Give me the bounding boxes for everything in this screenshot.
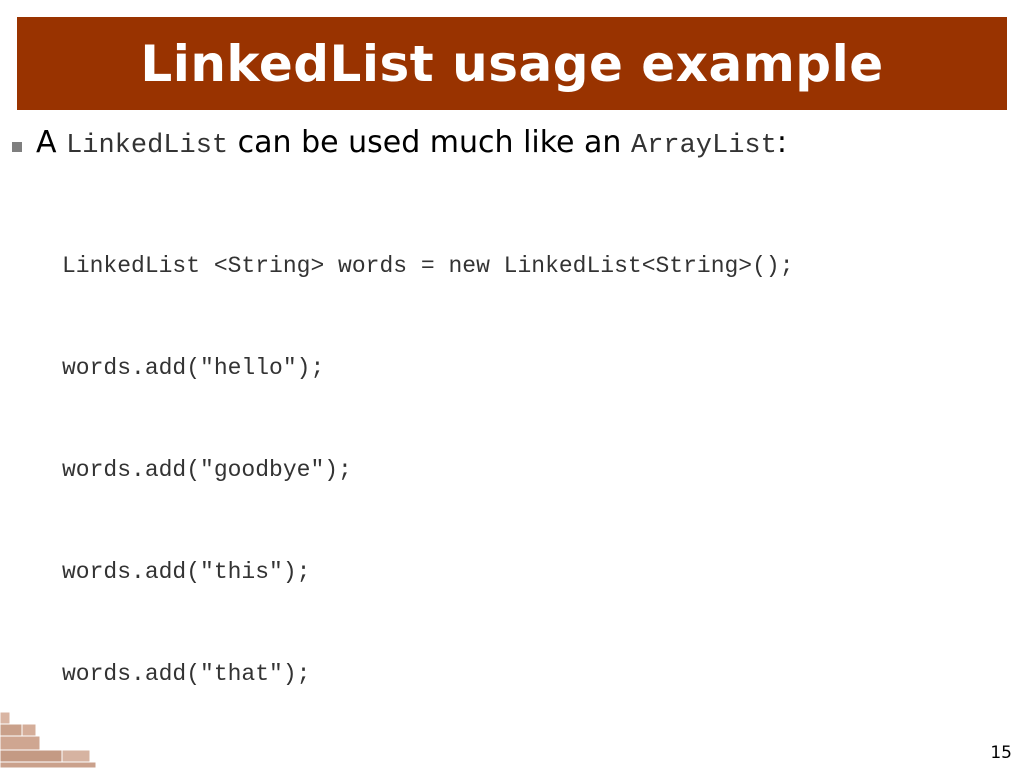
bullet-middle-text: can be used much like an [237,124,622,160]
bullet-code-arraylist: ArrayList [631,130,777,161]
code-line: LinkedList <String> words = new LinkedLi… [62,253,794,279]
bullet-text: A LinkedList can be used much like an Ar… [36,121,787,168]
bullet-suffix: : [776,124,787,160]
title-bar: LinkedList usage example [17,17,1007,110]
code-block: LinkedList <String> words = new LinkedLi… [62,181,794,725]
code-line: words.add("goodbye"); [62,457,352,483]
square-bullet-icon [12,142,22,152]
code-line: words.add("that"); [62,661,311,687]
slide-title: LinkedList usage example [140,34,884,93]
bullet-item: A LinkedList can be used much like an Ar… [12,122,787,166]
code-line: words.add("hello"); [62,355,325,381]
bullet-code-linkedlist: LinkedList [66,130,229,161]
bullet-prefix: A [36,124,57,160]
page-number: 15 [990,743,1012,763]
code-line: words.add("this"); [62,559,311,585]
brick-stack-icon [0,711,96,768]
